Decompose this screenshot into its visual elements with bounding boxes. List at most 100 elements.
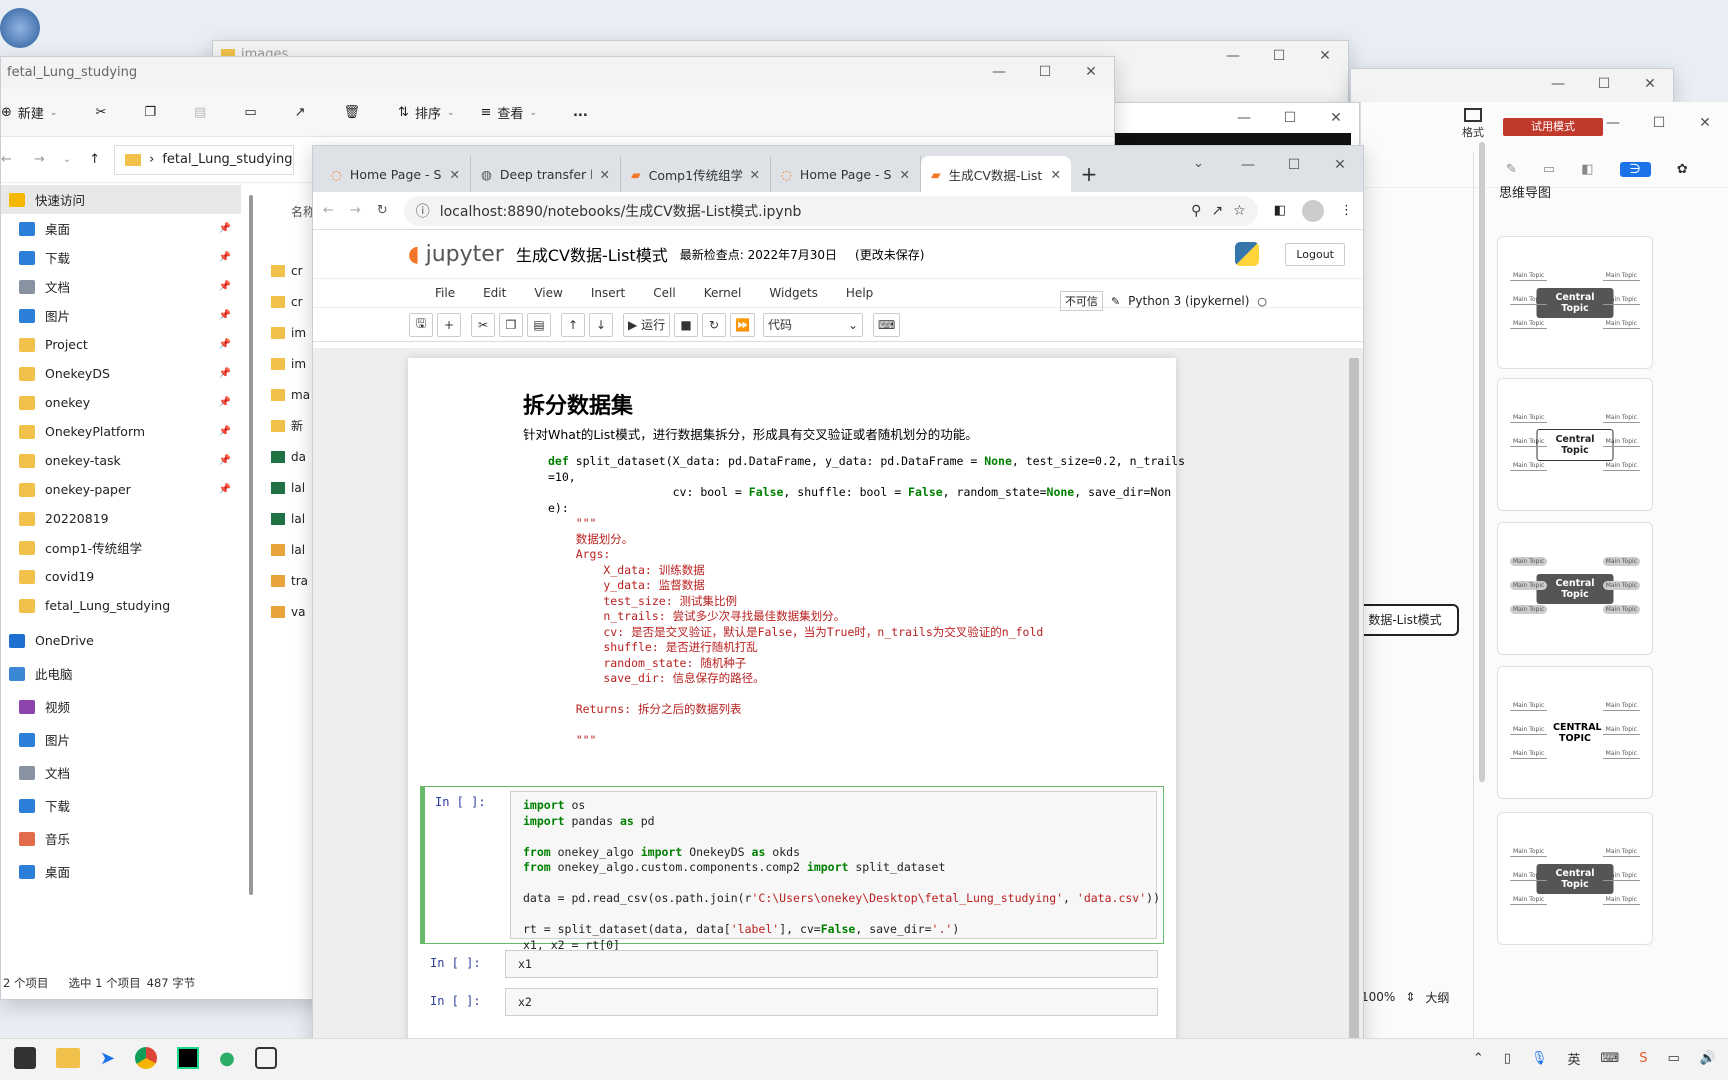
nav-item[interactable]: OnekeyPlatform 📌: [1, 417, 241, 446]
cell-type-select[interactable]: 代码 ⌄: [763, 312, 864, 337]
back-icon[interactable]: ←: [323, 203, 334, 218]
close-tab-icon[interactable]: ✕: [600, 167, 610, 182]
forward-icon[interactable]: →: [350, 203, 361, 218]
copy-cell-button[interactable]: ❐: [499, 312, 523, 337]
nav-item[interactable]: onekey-paper 📌: [1, 475, 241, 504]
nav-item[interactable]: 下载: [1, 791, 241, 820]
close-icon[interactable]: ✕: [1068, 57, 1114, 87]
markdown-description[interactable]: 针对What的List模式，进行数据集拆分，形成具有交叉验证或者随机划分的功能。: [523, 424, 978, 443]
nav-item[interactable]: fetal_Lung_studying: [1, 591, 241, 620]
share-icon[interactable]: ↗: [295, 105, 306, 120]
maximize-icon[interactable]: ☐: [1636, 108, 1682, 138]
trial-mode-badge[interactable]: 试用模式: [1503, 118, 1603, 136]
sougou-icon[interactable]: S: [1639, 1051, 1647, 1066]
nav-item[interactable]: 文档 📌: [1, 272, 241, 301]
address-bar[interactable]: › fetal_Lung_studying: [114, 144, 295, 175]
nav-item[interactable]: 图片: [1, 725, 241, 754]
view-button[interactable]: ≡ 查看 ⌄: [481, 103, 537, 122]
recent-dropdown-icon[interactable]: ⌄: [63, 154, 71, 165]
maximize-icon[interactable]: ☐: [1267, 103, 1313, 133]
mindmap-template-card[interactable]: Central Topic Main Topic Main Topic Main To…: [1497, 378, 1653, 511]
menu-help[interactable]: Help: [832, 286, 887, 300]
menu-insert[interactable]: Insert: [577, 286, 639, 300]
cell-code[interactable]: import os import pandas as pd from oneke…: [511, 792, 1160, 959]
interrupt-button[interactable]: ■: [674, 312, 699, 337]
nav-item[interactable]: covid19: [1, 562, 241, 591]
nav-item[interactable]: 图片 📌: [1, 301, 241, 330]
file-item[interactable]: da: [271, 441, 317, 472]
reload-icon[interactable]: ↻: [377, 203, 388, 218]
cut-icon[interactable]: ✂: [95, 105, 106, 120]
chrome-icon[interactable]: [135, 1047, 158, 1069]
up-icon[interactable]: ↑: [89, 152, 100, 167]
logout-button[interactable]: Logout: [1285, 242, 1345, 266]
media-icon[interactable]: ▭: [1543, 162, 1555, 177]
maximize-icon[interactable]: ☐: [1581, 69, 1627, 99]
sticker-icon[interactable]: ◧: [1581, 162, 1593, 177]
pycharm-icon[interactable]: [177, 1047, 200, 1069]
save-button[interactable]: 🖫: [409, 312, 433, 337]
video-app-icon[interactable]: [254, 1047, 277, 1069]
nav-item[interactable]: 下载 📌: [1, 243, 241, 272]
nav-item[interactable]: 视频: [1, 692, 241, 721]
microphone-icon[interactable]: 🎙: [1531, 1051, 1548, 1066]
nav-item[interactable]: 音乐: [1, 824, 241, 853]
chevron-up-icon[interactable]: ⌃: [1473, 1051, 1484, 1066]
sort-button[interactable]: ⇅ 排序 ⌄: [398, 103, 454, 122]
code-cell[interactable]: In [ ]: x2: [420, 986, 1164, 1020]
file-item[interactable]: 新: [271, 410, 317, 441]
ime-icon[interactable]: 英: [1567, 1049, 1580, 1068]
mindmap-template-card[interactable]: CENTRAL TOPIC Main Topic Main Topic Main To…: [1497, 666, 1653, 799]
close-tab-icon[interactable]: ✕: [750, 167, 760, 182]
style-icon[interactable]: ✎: [1506, 162, 1517, 177]
outline-button[interactable]: 大纲: [1425, 989, 1449, 1006]
delete-icon[interactable]: 🗑: [344, 105, 361, 120]
cell-code[interactable]: x2: [506, 989, 1157, 1017]
minimize-icon[interactable]: —: [1221, 103, 1267, 133]
file-item[interactable]: im: [271, 348, 317, 379]
wechat-icon[interactable]: ●: [219, 1048, 235, 1069]
task-view-icon[interactable]: [14, 1047, 36, 1069]
file-item[interactable]: ma: [271, 379, 317, 410]
bookmark-star-icon[interactable]: ☆: [1233, 203, 1246, 219]
profile-icon[interactable]: [1302, 199, 1324, 222]
minimize-icon[interactable]: —: [1590, 108, 1636, 138]
function-docstring-code[interactable]: def split_dataset(X_data: pd.DataFrame, …: [548, 454, 1185, 749]
theme-icon[interactable]: ✿: [1677, 162, 1688, 177]
usb-icon[interactable]: ▯: [1504, 1051, 1511, 1066]
menu-edit[interactable]: Edit: [469, 286, 520, 300]
nav-scrollbar[interactable]: [249, 195, 253, 895]
rename-icon[interactable]: ▭: [244, 105, 256, 120]
maximize-icon[interactable]: ☐: [1271, 150, 1317, 180]
trust-badge[interactable]: 不可信: [1059, 291, 1103, 311]
close-icon[interactable]: ✕: [1317, 150, 1363, 180]
edit-pencil-icon[interactable]: ✎: [1111, 295, 1120, 308]
notebook-title[interactable]: 生成CV数据-List模式: [516, 242, 668, 266]
notebook-scrollbar[interactable]: [1349, 358, 1359, 1058]
display-icon[interactable]: ▭: [1668, 1051, 1680, 1066]
menu-widgets[interactable]: Widgets: [755, 286, 832, 300]
close-icon[interactable]: ✕: [1302, 41, 1348, 71]
close-tab-icon[interactable]: ✕: [1051, 167, 1061, 182]
desktop-app-icon[interactable]: [0, 8, 40, 48]
forward-icon[interactable]: →: [34, 152, 45, 167]
zoom-level[interactable]: 100%: [1361, 990, 1395, 1004]
minimize-icon[interactable]: —: [976, 57, 1022, 87]
minimize-icon[interactable]: —: [1225, 150, 1271, 180]
code-cell[interactable]: In [ ]: x1: [420, 948, 1164, 982]
kernel-name[interactable]: Python 3 (ipykernel): [1128, 294, 1249, 308]
file-item[interactable]: tra: [271, 565, 317, 596]
sidepanel-icon[interactable]: ◧: [1274, 203, 1286, 218]
pinyin-icon[interactable]: ⌨: [1600, 1051, 1619, 1066]
command-palette-button[interactable]: ⌨: [873, 312, 901, 337]
menu-file[interactable]: File: [421, 286, 469, 300]
nav-item[interactable]: 文档: [1, 758, 241, 787]
nav-item[interactable]: Project 📌: [1, 330, 241, 359]
volume-icon[interactable]: 🔊: [1700, 1051, 1716, 1066]
browser-tab[interactable]: ◍ Deep transfer le ✕: [471, 156, 621, 192]
format-button[interactable]: 格式: [1453, 108, 1493, 140]
insert-cell-button[interactable]: +: [437, 312, 461, 337]
structure-icon[interactable]: ∋: [1619, 162, 1651, 177]
close-icon[interactable]: ✕: [1682, 108, 1728, 138]
file-item[interactable]: lal: [271, 472, 317, 503]
